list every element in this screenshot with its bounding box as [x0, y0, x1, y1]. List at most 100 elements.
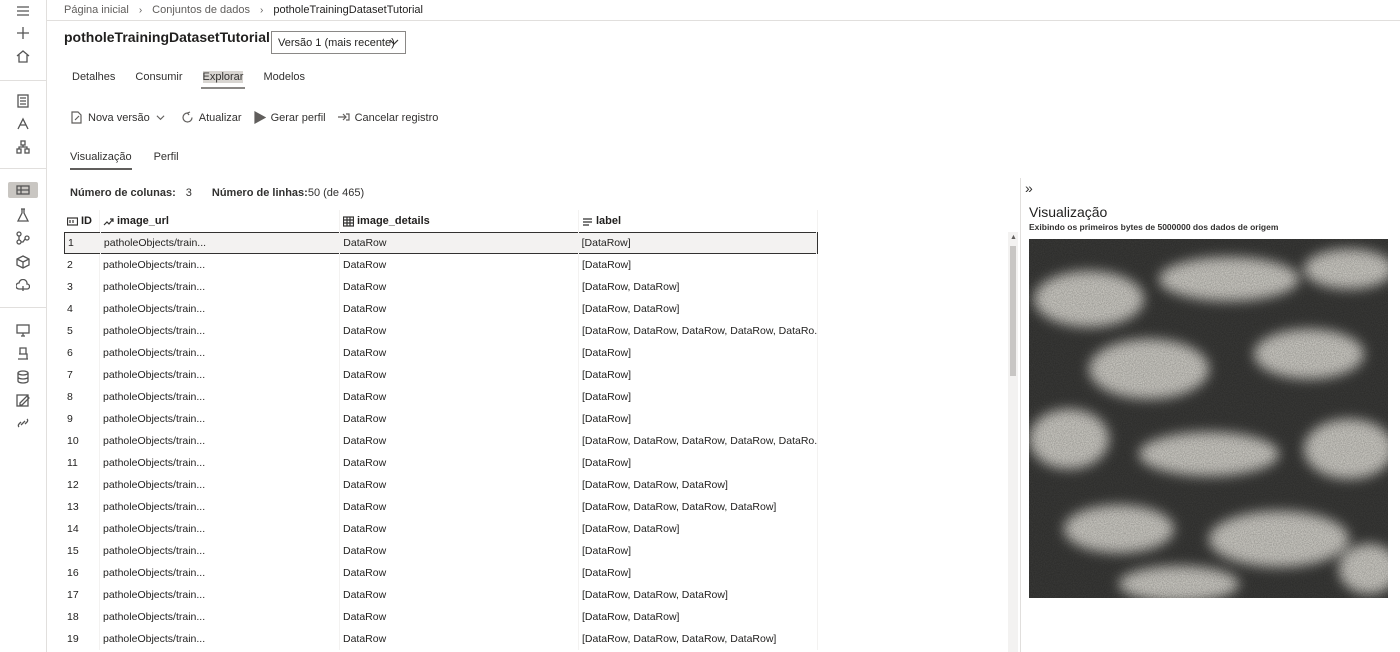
- models-icon[interactable]: [14, 253, 32, 271]
- cell-id: 17: [64, 584, 100, 606]
- scroll-up-icon[interactable]: ▲: [1010, 234, 1017, 241]
- table-row[interactable]: 18 patholeObjects/train... DataRow [DataRow…: [64, 606, 818, 628]
- breadcrumb-datasets[interactable]: Conjuntos de dados: [152, 4, 250, 16]
- cell-label: [DataRow]: [579, 452, 818, 474]
- play-icon: [253, 111, 266, 124]
- endpoints-icon[interactable]: [14, 277, 32, 295]
- table-row[interactable]: 5 patholeObjects/train... DataRow [DataRow,…: [64, 320, 818, 342]
- table-row[interactable]: 2 patholeObjects/train... DataRow [DataRow]: [64, 254, 818, 276]
- chevron-right-icon: ›: [138, 4, 143, 16]
- pipelines-icon[interactable]: [14, 229, 32, 247]
- table-column-icon: [343, 215, 354, 227]
- column-header-label[interactable]: label: [579, 210, 818, 232]
- edit-document-icon: [71, 111, 82, 124]
- column-header-id[interactable]: ID: [64, 210, 100, 232]
- cell-image-details: DataRow: [340, 386, 579, 408]
- cell-id: 1: [65, 232, 101, 254]
- cell-label: [DataRow, DataRow]: [579, 606, 818, 628]
- explore-subtabs: Visualização Perfil: [70, 151, 201, 170]
- chevron-down-icon: [156, 115, 165, 121]
- environments-icon[interactable]: [14, 345, 32, 363]
- plus-icon[interactable]: [14, 24, 32, 42]
- cell-label: [DataRow]: [579, 342, 818, 364]
- cell-id: 19: [64, 628, 100, 650]
- cell-image-url: patholeObjects/train...: [100, 496, 340, 518]
- table-row[interactable]: 6 patholeObjects/train... DataRow [DataRow]: [64, 342, 818, 364]
- tab-profile[interactable]: Perfil: [154, 151, 179, 170]
- cell-label: [DataRow, DataRow, DataRow]: [579, 584, 818, 606]
- designer-icon[interactable]: [14, 138, 32, 156]
- notebook-icon[interactable]: [14, 92, 32, 110]
- new-version-button[interactable]: Nova versão: [70, 111, 170, 124]
- cell-id: 18: [64, 606, 100, 628]
- experiments-icon[interactable]: [14, 206, 32, 224]
- table-row[interactable]: 3 patholeObjects/train... DataRow [DataRow,…: [64, 276, 818, 298]
- list-column-icon: [583, 217, 592, 226]
- table-row[interactable]: 9 patholeObjects/train... DataRow [DataRow]: [64, 408, 818, 430]
- tab-preview[interactable]: Visualização: [70, 151, 132, 170]
- generate-profile-button[interactable]: Gerar perfil: [253, 111, 326, 124]
- column-header-image-url[interactable]: image_url: [100, 210, 340, 232]
- tab-consume[interactable]: Consumir: [135, 71, 182, 89]
- datasets-icon[interactable]: [14, 181, 32, 199]
- cell-image-url: patholeObjects/train...: [100, 408, 340, 430]
- cell-id: 13: [64, 496, 100, 518]
- tab-models[interactable]: Modelos: [263, 71, 305, 89]
- cell-id: 11: [64, 452, 100, 474]
- table-row[interactable]: 1 patholeObjects/train... DataRow [DataRow]: [64, 232, 818, 254]
- cell-label: [DataRow]: [579, 562, 818, 584]
- cell-image-details: DataRow: [340, 232, 579, 254]
- cell-id: 9: [64, 408, 100, 430]
- version-dropdown[interactable]: Versão 1 (mais recente): [271, 31, 406, 54]
- rows-count-label: Número de linhas:: [211, 187, 308, 199]
- compute-icon[interactable]: [14, 321, 32, 339]
- cell-image-details: DataRow: [340, 518, 579, 540]
- cell-image-details: DataRow: [340, 364, 579, 386]
- hamburger-menu-icon[interactable]: [14, 2, 32, 20]
- table-row[interactable]: 16 patholeObjects/train... DataRow [DataRow…: [64, 562, 818, 584]
- tab-explore[interactable]: Explorar: [200, 71, 246, 89]
- preview-title: Visualização: [1029, 204, 1108, 220]
- cell-image-url: patholeObjects/train...: [100, 562, 340, 584]
- cell-label: [DataRow, DataRow, DataRow]: [579, 474, 818, 496]
- cell-id: 15: [64, 540, 100, 562]
- datastores-icon[interactable]: [14, 368, 32, 386]
- cell-image-details: DataRow: [340, 430, 579, 452]
- table-row[interactable]: 13 patholeObjects/train... DataRow [DataRow…: [64, 496, 818, 518]
- table-row[interactable]: 15 patholeObjects/train... DataRow [DataRow…: [64, 540, 818, 562]
- linked-services-icon[interactable]: [14, 414, 32, 432]
- cell-image-url: patholeObjects/train...: [100, 452, 340, 474]
- grid-scrollbar[interactable]: ▲: [1008, 232, 1018, 652]
- table-row[interactable]: 11 patholeObjects/train... DataRow [DataRow…: [64, 452, 818, 474]
- cell-id: 5: [64, 320, 100, 342]
- table-row[interactable]: 10 patholeObjects/train... DataRow [DataRow…: [64, 430, 818, 452]
- columns-count-label: Número de colunas:: [70, 187, 176, 199]
- table-row[interactable]: 17 patholeObjects/train... DataRow [DataRow…: [64, 584, 818, 606]
- scrollbar-thumb[interactable]: [1010, 246, 1016, 376]
- collapse-pane-icon[interactable]: »: [1025, 180, 1033, 196]
- cell-label: [DataRow]: [579, 232, 817, 254]
- automl-icon[interactable]: [14, 115, 32, 133]
- table-row[interactable]: 19 patholeObjects/train... DataRow [DataRow…: [64, 628, 818, 650]
- cell-image-url: patholeObjects/train...: [100, 474, 340, 496]
- cell-image-url: patholeObjects/train...: [100, 254, 340, 276]
- cell-label: [DataRow, DataRow]: [579, 276, 818, 298]
- table-row[interactable]: 12 patholeObjects/train... DataRow [DataRow…: [64, 474, 818, 496]
- unregister-icon: [337, 113, 350, 121]
- column-header-image-details[interactable]: image_details: [340, 210, 579, 232]
- data-labeling-icon[interactable]: [14, 391, 32, 409]
- cell-id: 10: [64, 430, 100, 452]
- breadcrumb-home[interactable]: Página inicial: [64, 4, 129, 16]
- refresh-button[interactable]: Atualizar: [181, 111, 242, 124]
- cell-id: 7: [64, 364, 100, 386]
- cell-image-url: patholeObjects/train...: [100, 364, 340, 386]
- home-icon[interactable]: [14, 47, 32, 65]
- table-row[interactable]: 7 patholeObjects/train... DataRow [DataRow]: [64, 364, 818, 386]
- table-row[interactable]: 8 patholeObjects/train... DataRow [DataRow]: [64, 386, 818, 408]
- unregister-button[interactable]: Cancelar registro: [337, 111, 438, 124]
- table-row[interactable]: 4 patholeObjects/train... DataRow [DataRow,…: [64, 298, 818, 320]
- tab-details[interactable]: Detalhes: [72, 71, 115, 89]
- columns-count-value: 3: [185, 187, 192, 199]
- cell-label: [DataRow]: [579, 254, 818, 276]
- table-row[interactable]: 14 patholeObjects/train... DataRow [DataRow…: [64, 518, 818, 540]
